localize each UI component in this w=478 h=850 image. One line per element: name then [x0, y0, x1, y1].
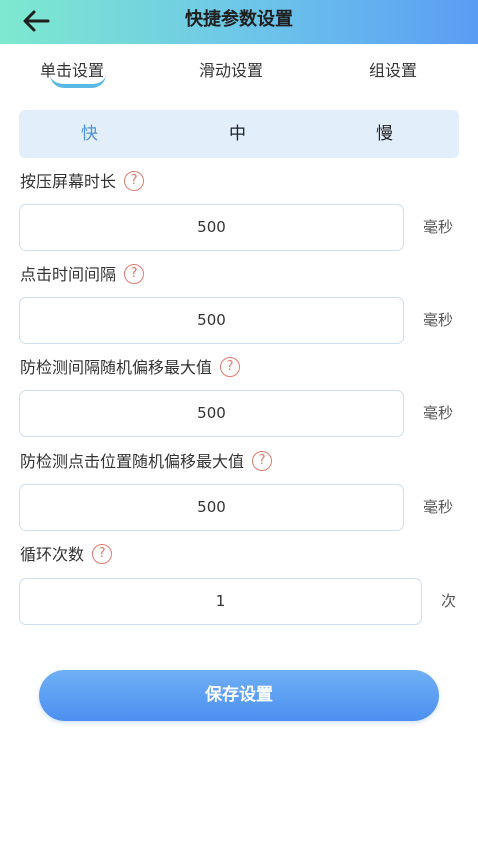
interval-offset-label: 防检测间隔随机偏移最大值? [20, 356, 241, 380]
loop-count-label: 循环次数? [20, 543, 113, 567]
speed-fast-option[interactable]: 快 [81, 110, 98, 158]
tab-group[interactable]: 组设置 [369, 56, 417, 86]
press-duration-unit: 毫秒 [423, 218, 454, 236]
header-bar: 快捷参数设置 [0, 0, 478, 44]
tab-swipe[interactable]: 滑动设置 [199, 56, 263, 86]
speed-slow-option[interactable]: 慢 [376, 110, 393, 158]
speed-medium-option[interactable]: 中 [229, 110, 246, 158]
page-title: 快捷参数设置 [185, 9, 293, 30]
help-icon[interactable]: ? [252, 450, 273, 471]
help-icon[interactable]: ? [124, 263, 145, 284]
position-offset-label: 防检测点击位置随机偏移最大值? [20, 450, 273, 474]
interval-offset-label-text: 防检测间隔随机偏移最大值 [20, 358, 213, 377]
active-tab-indicator [50, 74, 106, 88]
loop-count-input[interactable]: 1 [19, 578, 422, 625]
position-offset-label-text: 防检测点击位置随机偏移最大值 [20, 452, 245, 471]
press-duration-label-text: 按压屏幕时长 [20, 172, 117, 191]
position-offset-unit: 毫秒 [423, 498, 454, 516]
press-duration-input[interactable]: 500 [19, 204, 404, 251]
click-interval-label: 点击时间间隔? [20, 263, 145, 287]
position-offset-input[interactable]: 500 [19, 484, 404, 531]
loop-count-label-text: 循环次数 [20, 545, 85, 564]
interval-offset-input[interactable]: 500 [19, 390, 404, 437]
help-icon[interactable]: ? [92, 543, 113, 564]
save-button[interactable]: 保存设置 [39, 670, 439, 721]
click-interval-label-text: 点击时间间隔 [20, 265, 117, 284]
tab-bar: 单击设置 滑动设置 组设置 [0, 56, 478, 92]
click-interval-input[interactable]: 500 [19, 297, 404, 344]
speed-selector: 快 中 慢 [19, 110, 459, 158]
loop-count-unit: 次 [441, 592, 457, 610]
interval-offset-unit: 毫秒 [423, 404, 454, 422]
help-icon[interactable]: ? [124, 170, 145, 191]
click-interval-unit: 毫秒 [423, 311, 454, 329]
help-icon[interactable]: ? [220, 356, 241, 377]
press-duration-label: 按压屏幕时长? [20, 170, 145, 194]
